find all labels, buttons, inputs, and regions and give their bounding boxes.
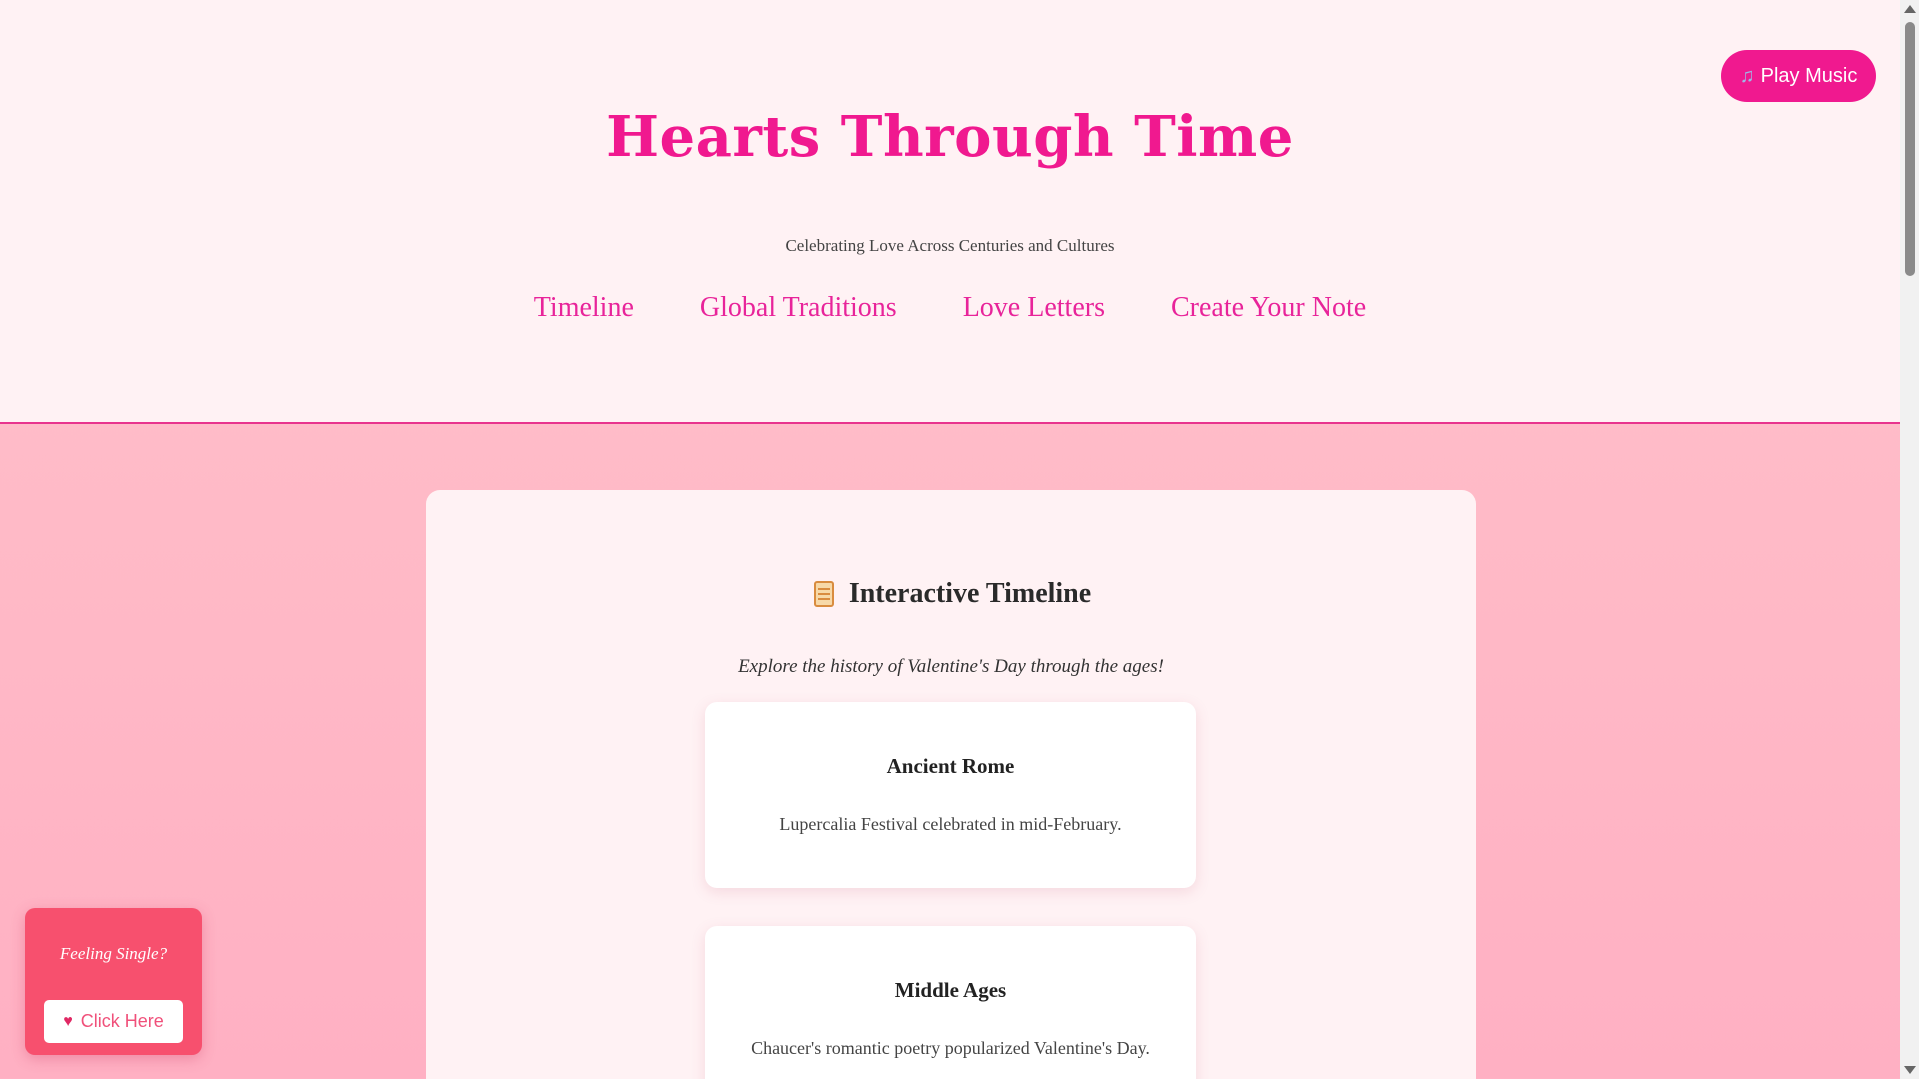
popup-question: Feeling Single?	[59, 944, 168, 963]
section-title: Interactive Timeline	[426, 578, 1476, 610]
nav-global-traditions[interactable]: Global Traditions	[700, 292, 897, 324]
vertical-scrollbar[interactable]	[1900, 0, 1919, 1079]
music-note-icon: ♫	[1739, 64, 1755, 87]
nav-timeline[interactable]: Timeline	[534, 292, 634, 324]
timeline-era: Middle Ages	[894, 978, 1007, 1002]
page-title: Hearts Through Time	[606, 104, 1294, 170]
main-nav: Timeline Global Traditions Love Letters …	[0, 292, 1900, 324]
scroll-up-arrow-icon[interactable]	[1904, 5, 1916, 13]
play-music-label: Play Music	[1760, 64, 1858, 87]
click-here-label: Click Here	[80, 1011, 164, 1031]
broken-heart-icon: ♥	[63, 1012, 73, 1030]
timeline-event: Chaucer's romantic poetry popularized Va…	[751, 1038, 1150, 1058]
scroll-down-arrow-icon[interactable]	[1904, 1066, 1916, 1074]
timeline-section: Interactive Timeline Explore the history…	[426, 490, 1476, 1079]
feeling-single-popup: Feeling Single? ♥ Click Here	[25, 908, 202, 1055]
click-here-button[interactable]: ♥ Click Here	[44, 1000, 183, 1043]
timeline-item[interactable]: Ancient Rome Lupercalia Festival celebra…	[705, 702, 1196, 888]
nav-love-letters[interactable]: Love Letters	[963, 292, 1105, 324]
timeline-item[interactable]: Middle Ages Chaucer's romantic poetry po…	[705, 926, 1196, 1079]
scroll-icon	[811, 579, 837, 609]
section-title-text: Interactive Timeline	[848, 578, 1092, 609]
play-music-button[interactable]: ♫ Play Music	[1721, 50, 1876, 102]
section-description: Explore the history of Valentine's Day t…	[738, 656, 1164, 677]
page-subtitle: Celebrating Love Across Centuries and Cu…	[785, 236, 1115, 255]
site-header: Hearts Through Time Celebrating Love Acr…	[0, 0, 1900, 424]
scrollbar-thumb[interactable]	[1905, 22, 1915, 276]
timeline-event: Lupercalia Festival celebrated in mid-Fe…	[779, 814, 1122, 834]
timeline-era: Ancient Rome	[886, 754, 1015, 778]
nav-create-your-note[interactable]: Create Your Note	[1171, 292, 1366, 324]
page: Hearts Through Time Celebrating Love Acr…	[0, 0, 1900, 1079]
